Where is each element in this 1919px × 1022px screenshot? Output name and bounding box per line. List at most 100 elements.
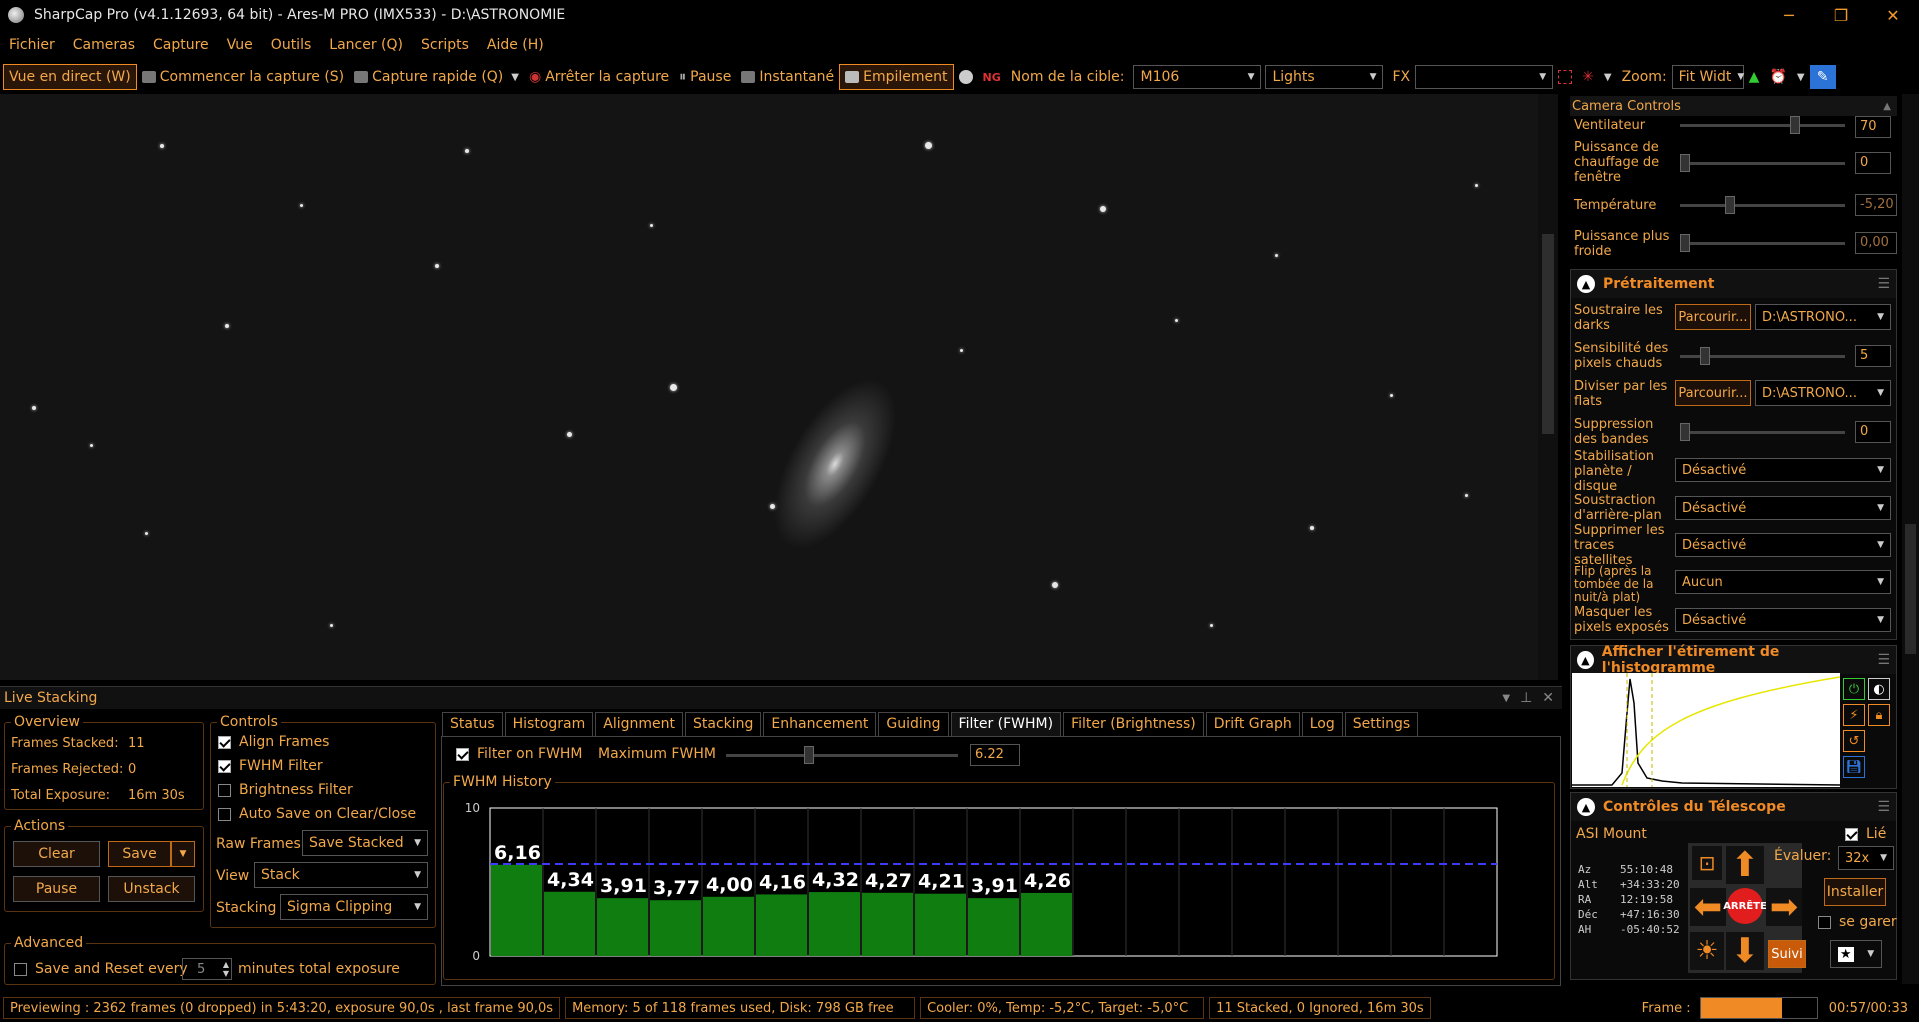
target-combo[interactable]: M106 ▼ bbox=[1133, 65, 1262, 89]
reset-icon[interactable]: ↺ bbox=[1843, 730, 1865, 752]
slider-thumb[interactable] bbox=[1680, 423, 1690, 441]
checkbox[interactable] bbox=[1818, 915, 1831, 929]
filter-fwhm-checkbox[interactable]: Filter on FWHM bbox=[456, 746, 583, 762]
align-frames-checkbox[interactable]: Align Frames bbox=[218, 734, 329, 750]
stop-mount-button[interactable]: ARRÊTE bbox=[1723, 888, 1767, 924]
autosave-checkbox[interactable]: Auto Save on Clear/Close bbox=[218, 806, 416, 822]
start-capture-button[interactable]: Commencer la capture (S) bbox=[137, 69, 349, 85]
temperature-slider[interactable] bbox=[1680, 196, 1845, 214]
checkbox[interactable] bbox=[218, 807, 231, 821]
pause-button[interactable]: ⏸ Pause bbox=[674, 69, 736, 85]
collapse-icon[interactable]: ▲ bbox=[1577, 275, 1595, 293]
pin-icon[interactable]: ⊥ bbox=[1520, 690, 1532, 706]
menu-scripts[interactable]: Scripts bbox=[412, 37, 478, 53]
roi-button[interactable] bbox=[1553, 70, 1577, 84]
tab-histogram[interactable]: Histogram bbox=[504, 712, 594, 736]
tab-guiding[interactable]: Guiding bbox=[878, 712, 949, 736]
arrow-right-icon[interactable]: ➡ bbox=[1766, 887, 1802, 927]
collapse-icon[interactable]: ▲ bbox=[1577, 651, 1594, 669]
collapse-icon[interactable]: ▲ bbox=[1883, 101, 1891, 112]
view-dropdown[interactable]: Stack ▼ bbox=[254, 862, 428, 888]
viewer-scrollbar[interactable] bbox=[1538, 94, 1558, 680]
crosshair-button[interactable]: ✳ bbox=[1577, 69, 1599, 85]
power-icon[interactable]: ⏻ bbox=[1843, 678, 1865, 700]
image-viewer[interactable] bbox=[0, 94, 1558, 680]
menu-aide[interactable]: Aide (H) bbox=[478, 37, 553, 53]
flats-path-dropdown[interactable]: D:\ASTRONO... ▼ bbox=[1755, 380, 1891, 406]
stepper-arrows-icon[interactable]: ▲ ▼ bbox=[223, 960, 229, 978]
fx-combo[interactable]: ▼ bbox=[1415, 65, 1554, 89]
stop-capture-button[interactable]: ◉ Arrêter la capture bbox=[524, 69, 674, 85]
alarm-button[interactable]: ⏰ bbox=[1764, 69, 1791, 85]
close-button[interactable]: ✕ bbox=[1867, 0, 1919, 30]
tab-alignment[interactable]: Alignment bbox=[595, 712, 683, 736]
minimize-button[interactable]: ─ bbox=[1763, 0, 1815, 30]
pause-stack-button[interactable]: Pause bbox=[13, 876, 100, 902]
lightning-icon[interactable]: ⚡ bbox=[1843, 704, 1865, 726]
slider-thumb[interactable] bbox=[1680, 154, 1690, 172]
checkbox[interactable] bbox=[218, 735, 231, 749]
save-button[interactable]: Save bbox=[108, 841, 171, 867]
banding-value[interactable]: 0 bbox=[1855, 421, 1891, 443]
menu-icon[interactable]: ☰ bbox=[1877, 652, 1890, 668]
hot-pixels-value[interactable]: 5 bbox=[1855, 345, 1891, 367]
tab-filter-fwhm[interactable]: Filter (FWHM) bbox=[950, 712, 1062, 736]
stacking-mode-dropdown[interactable]: Sigma Clipping ▼ bbox=[280, 894, 428, 920]
install-button[interactable]: Installer bbox=[1824, 878, 1886, 906]
checkbox[interactable] bbox=[456, 747, 469, 761]
raw-frames-dropdown[interactable]: Save Stacked ▼ bbox=[302, 830, 428, 856]
stabilization-dropdown[interactable]: Désactivé ▼ bbox=[1675, 458, 1891, 482]
brightness-filter-checkbox[interactable]: Brightness Filter bbox=[218, 782, 353, 798]
lock-icon[interactable]: 🔒︎ bbox=[1868, 704, 1890, 726]
menu-cameras[interactable]: Cameras bbox=[64, 37, 144, 53]
save-reset-checkbox[interactable]: Save and Reset every bbox=[14, 961, 188, 977]
slider-thumb[interactable] bbox=[1725, 196, 1735, 214]
linked-checkbox[interactable]: Lié bbox=[1845, 826, 1886, 842]
star-dropdown[interactable]: ★ ▼ bbox=[1830, 940, 1882, 968]
stacking-button[interactable]: Empilement bbox=[839, 64, 954, 90]
crosshair-menu[interactable]: ▼ bbox=[1599, 72, 1617, 83]
fan-slider[interactable] bbox=[1680, 116, 1845, 134]
park-checkbox[interactable]: se garer bbox=[1818, 914, 1897, 930]
ng-button[interactable]: NG bbox=[978, 71, 1006, 84]
checkbox[interactable] bbox=[218, 759, 231, 773]
scrollbar-thumb[interactable] bbox=[1542, 234, 1554, 434]
clear-button[interactable]: Clear bbox=[13, 841, 100, 867]
minutes-stepper[interactable]: 5 ▲ ▼ bbox=[182, 958, 232, 980]
menu-lancer[interactable]: Lancer (Q) bbox=[320, 37, 412, 53]
flip-dropdown[interactable]: Aucun ▼ bbox=[1675, 570, 1891, 594]
moon-button[interactable] bbox=[954, 70, 978, 84]
unstack-button[interactable]: Unstack bbox=[108, 876, 195, 902]
max-fwhm-slider[interactable] bbox=[726, 746, 958, 764]
tab-log[interactable]: Log bbox=[1301, 712, 1343, 736]
histogram-plot[interactable] bbox=[1572, 673, 1841, 787]
arrow-up-icon[interactable]: ⬆ bbox=[1726, 845, 1764, 885]
checkbox[interactable] bbox=[218, 783, 231, 797]
histogram-header[interactable]: ▲ Afficher l'étirement de l'histogramme ☰ bbox=[1571, 644, 1896, 676]
brush-button[interactable]: ✎ bbox=[1809, 65, 1836, 89]
max-fwhm-value[interactable]: 6.22 bbox=[970, 744, 1020, 766]
menu-outils[interactable]: Outils bbox=[262, 37, 320, 53]
darks-path-dropdown[interactable]: D:\ASTRONO... ▼ bbox=[1755, 304, 1891, 330]
tab-stacking[interactable]: Stacking bbox=[684, 712, 762, 736]
darks-browse-button[interactable]: Parcourir... bbox=[1675, 304, 1751, 330]
collapse-icon[interactable]: ▲ bbox=[1577, 798, 1595, 816]
menu-icon[interactable]: ☰ bbox=[1877, 276, 1890, 292]
tab-settings[interactable]: Settings bbox=[1344, 712, 1419, 736]
save-icon[interactable]: 💾︎ bbox=[1843, 756, 1865, 778]
quick-capture-button[interactable]: Capture rapide (Q) ▼ bbox=[349, 69, 524, 85]
menu-icon[interactable]: ☰ bbox=[1877, 799, 1890, 815]
snapshot-button[interactable]: Instantané bbox=[736, 69, 839, 85]
chevron-down-icon[interactable]: ▼ bbox=[511, 72, 519, 83]
heater-value[interactable]: 0 bbox=[1855, 152, 1891, 174]
flats-browse-button[interactable]: Parcourir... bbox=[1675, 380, 1751, 406]
checkbox[interactable] bbox=[1845, 827, 1858, 841]
checkbox[interactable] bbox=[14, 962, 27, 976]
histogram-button[interactable]: ▲ bbox=[1744, 69, 1765, 85]
satellites-dropdown[interactable]: Désactivé ▼ bbox=[1675, 533, 1891, 557]
heater-slider[interactable] bbox=[1680, 154, 1845, 172]
menu-capture[interactable]: Capture bbox=[144, 37, 218, 53]
rate-dropdown[interactable]: 32x ▼ bbox=[1838, 846, 1894, 870]
frame-type-combo[interactable]: Lights ▼ bbox=[1265, 65, 1384, 89]
hot-pixels-slider[interactable] bbox=[1680, 347, 1845, 365]
